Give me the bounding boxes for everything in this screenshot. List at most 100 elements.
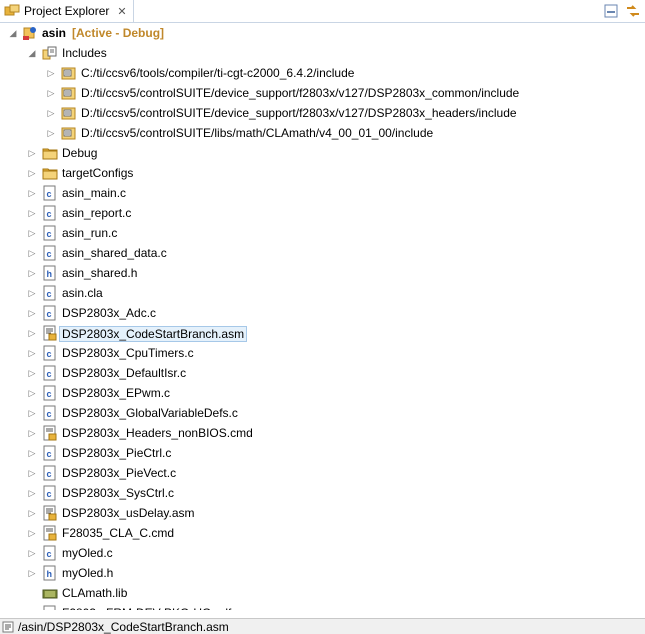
expand-closed-icon[interactable]: ▷ [27, 563, 37, 583]
c-file-icon: c [43, 365, 56, 381]
tree-item-label: asin.cla [62, 286, 103, 300]
tree-item-file[interactable]: ▷ F28035_CLA_C.cmd [0, 523, 645, 543]
status-path: /asin/DSP2803x_CodeStartBranch.asm [18, 619, 229, 634]
tree-item-includes[interactable]: ◢ Includes [0, 43, 645, 63]
expand-closed-icon[interactable]: ▷ [46, 103, 56, 123]
tab-project-explorer[interactable]: Project Explorer ✕ [0, 0, 134, 22]
expand-closed-icon[interactable]: ▷ [27, 223, 37, 243]
tree-item-file[interactable]: ▷ c DSP2803x_PieVect.c [0, 463, 645, 483]
h-file-icon: h [43, 565, 56, 581]
tree-item-label: DSP2803x_CodeStartBranch.asm [59, 326, 248, 342]
expand-closed-icon[interactable]: ▷ [27, 423, 37, 443]
tree-item-file[interactable]: ▷ DSP2803x_Headers_nonBIOS.cmd [0, 423, 645, 443]
asm-file-icon [43, 505, 57, 521]
svg-text:c: c [47, 449, 52, 459]
expand-closed-icon[interactable]: ▷ [27, 243, 37, 263]
status-bar: /asin/DSP2803x_CodeStartBranch.asm [0, 618, 645, 634]
c-file-icon: c [43, 545, 56, 561]
asm-file-icon [2, 621, 14, 632]
cmd-file-icon [43, 525, 57, 541]
expand-closed-icon[interactable]: ▷ [27, 463, 37, 483]
tree-item-file[interactable]: ▷ c asin_shared_data.c [0, 243, 645, 263]
tree-item-folder[interactable]: ▷ targetConfigs [0, 163, 645, 183]
tree-item-label: DSP2803x_usDelay.asm [62, 506, 195, 520]
expand-open-icon[interactable]: ◢ [27, 43, 37, 63]
tree-item-label: myOled.c [62, 546, 113, 560]
link-with-editor-icon[interactable] [625, 3, 641, 19]
expand-closed-icon[interactable]: ▷ [27, 263, 37, 283]
tree-item-file[interactable]: ▷ DSP2803x_usDelay.asm [0, 503, 645, 523]
tree-item-include-path[interactable]: ▷ D:/ti/ccsv5/controlSUITE/device_support… [0, 83, 645, 103]
svg-text:c: c [47, 209, 52, 219]
tree-item-include-path[interactable]: ▷ D:/ti/ccsv5/controlSUITE/device_support… [0, 103, 645, 123]
tree-item-folder[interactable]: ▷ Debug [0, 143, 645, 163]
expand-closed-icon[interactable]: ▷ [27, 143, 37, 163]
include-folder-icon [61, 67, 76, 80]
tree-item-include-path[interactable]: ▷ D:/ti/ccsv5/controlSUITE/libs/math/CLAm… [0, 123, 645, 143]
tree-item-file[interactable]: ▷ h asin_shared.h [0, 263, 645, 283]
expand-closed-icon[interactable]: ▷ [27, 163, 37, 183]
expand-closed-icon[interactable]: ▷ [46, 123, 56, 143]
include-folder-icon [61, 127, 76, 140]
tree-item-file[interactable]: CLAmath.lib [0, 583, 645, 603]
pdf-file-icon [43, 605, 56, 610]
expand-closed-icon[interactable]: ▷ [27, 343, 37, 363]
tree-item-file[interactable]: F2803x-FRM-DEV-PKG-UG.pdf [0, 603, 645, 610]
expand-closed-icon[interactable]: ▷ [27, 523, 37, 543]
tree-item-file[interactable]: ▷ c DSP2803x_CpuTimers.c [0, 343, 645, 363]
tree-item-file[interactable]: ▷ c asin_run.c [0, 223, 645, 243]
expand-closed-icon[interactable]: ▷ [27, 183, 37, 203]
close-icon[interactable]: ✕ [117, 5, 126, 18]
expand-closed-icon[interactable]: ▷ [27, 443, 37, 463]
expand-closed-icon[interactable]: ▷ [27, 323, 37, 343]
tree-item-label: DSP2803x_CpuTimers.c [62, 346, 194, 360]
minimize-icon[interactable] [603, 3, 619, 19]
c-file-icon: c [43, 385, 56, 401]
tree-item-file[interactable]: ▷ c asin_main.c [0, 183, 645, 203]
c-file-icon: c [43, 485, 56, 501]
expand-closed-icon[interactable]: ▷ [27, 403, 37, 423]
project-name: asin [Active - Debug] [42, 26, 165, 40]
tree-item-file[interactable]: ▷ c DSP2803x_PieCtrl.c [0, 443, 645, 463]
tree-item-file[interactable]: ▷ c DSP2803x_EPwm.c [0, 383, 645, 403]
tree-item-label: F2803x-FRM-DEV-PKG-UG.pdf [62, 606, 231, 610]
expand-open-icon[interactable]: ◢ [8, 23, 18, 43]
svg-text:c: c [47, 349, 52, 359]
expand-closed-icon[interactable]: ▷ [27, 303, 37, 323]
tree-item-include-path[interactable]: ▷ C:/ti/ccsv6/tools/compiler/ti-cgt-c2000… [0, 63, 645, 83]
expand-closed-icon[interactable]: ▷ [27, 203, 37, 223]
project-status: [Active - Debug] [72, 26, 165, 40]
tree-item-file[interactable]: ▷ c DSP2803x_DefaultIsr.c [0, 363, 645, 383]
svg-text:c: c [47, 489, 52, 499]
tree-item-label: DSP2803x_PieCtrl.c [62, 446, 172, 460]
tree-item-label: asin_main.c [62, 186, 127, 200]
c-file-icon: c [43, 225, 56, 241]
svg-text:h: h [47, 569, 53, 579]
c-file-icon: c [43, 445, 56, 461]
tree-item-file[interactable]: ▷ DSP2803x_CodeStartBranch.asm [0, 323, 645, 343]
expand-closed-icon[interactable]: ▷ [46, 83, 56, 103]
expand-closed-icon[interactable]: ▷ [46, 63, 56, 83]
tree-item-file[interactable]: ▷ c myOled.c [0, 543, 645, 563]
expand-closed-icon[interactable]: ▷ [27, 283, 37, 303]
lib-file-icon [42, 589, 58, 599]
tree-item-file[interactable]: ▷ c asin.cla [0, 283, 645, 303]
expand-closed-icon[interactable]: ▷ [27, 383, 37, 403]
expand-closed-icon[interactable]: ▷ [27, 483, 37, 503]
tree-item-project[interactable]: ◢ asin [Active - Debug] [0, 23, 645, 43]
expand-closed-icon[interactable]: ▷ [27, 543, 37, 563]
tree-item-label: DSP2803x_DefaultIsr.c [62, 366, 187, 380]
tree-item-label: DSP2803x_PieVect.c [62, 466, 177, 480]
tree-item-label: DSP2803x_Headers_nonBIOS.cmd [62, 426, 253, 440]
folder-icon [42, 168, 58, 180]
tree-item-file[interactable]: ▷ h myOled.h [0, 563, 645, 583]
expand-closed-icon[interactable]: ▷ [27, 503, 37, 523]
tree-item-label: asin_run.c [62, 226, 118, 240]
expand-closed-icon[interactable]: ▷ [27, 363, 37, 383]
svg-text:h: h [47, 269, 53, 279]
tree-item-file[interactable]: ▷ c DSP2803x_Adc.c [0, 303, 645, 323]
tree-item-label: D:/ti/ccsv5/controlSUITE/device_support/… [81, 86, 520, 100]
tree-item-file[interactable]: ▷ c DSP2803x_SysCtrl.c [0, 483, 645, 503]
tree-item-file[interactable]: ▷ c asin_report.c [0, 203, 645, 223]
tree-item-file[interactable]: ▷ c DSP2803x_GlobalVariableDefs.c [0, 403, 645, 423]
